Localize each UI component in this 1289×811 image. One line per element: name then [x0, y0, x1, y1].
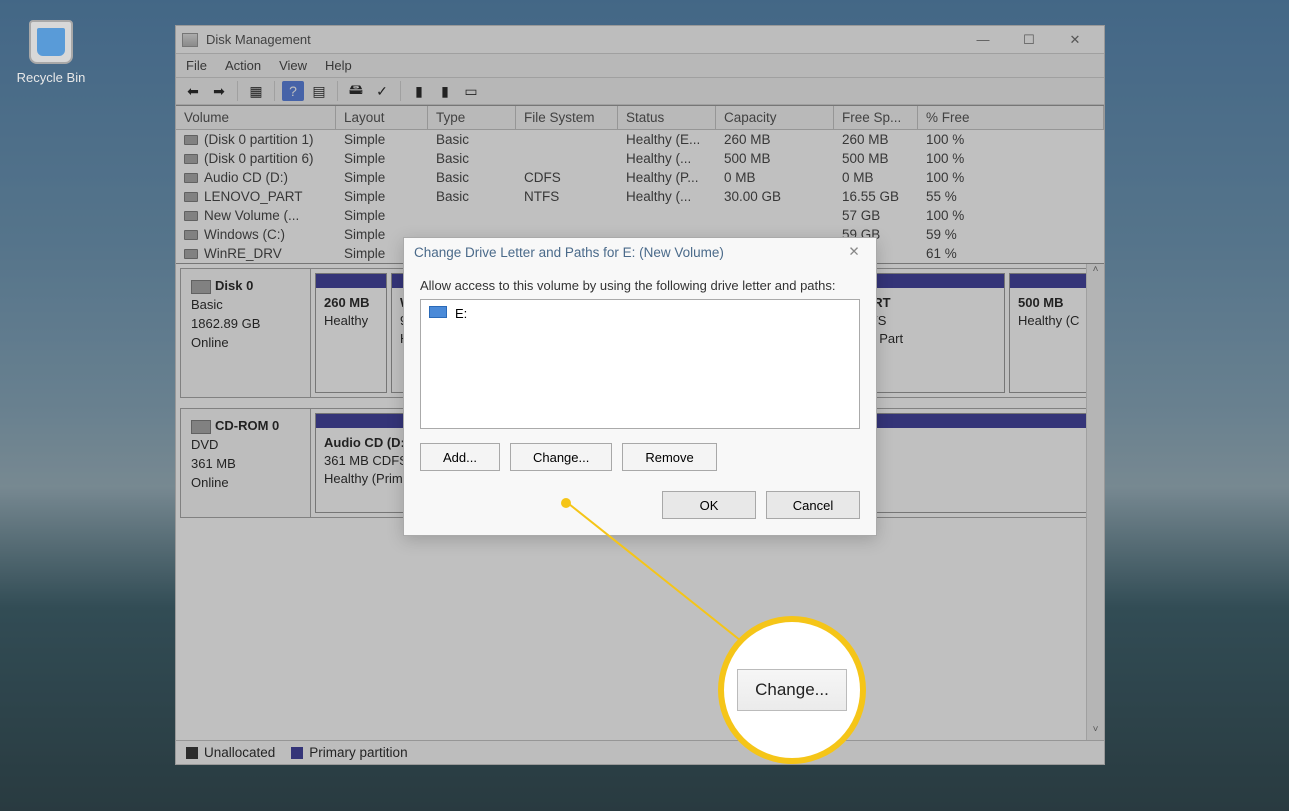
change-drive-letter-dialog: Change Drive Letter and Paths for E: (Ne…: [403, 237, 877, 536]
volume-icon: [184, 192, 198, 202]
volume-row[interactable]: (Disk 0 partition 6)SimpleBasicHealthy (…: [176, 149, 1104, 168]
col-free[interactable]: Free Sp...: [834, 106, 918, 130]
remove-button[interactable]: Remove: [622, 443, 716, 471]
menu-action[interactable]: Action: [225, 58, 261, 73]
volume-icon: [184, 249, 198, 259]
menu-file[interactable]: File: [186, 58, 207, 73]
col-fs[interactable]: File System: [516, 106, 618, 130]
dialog-prompt: Allow access to this volume by using the…: [420, 278, 860, 293]
disk-partition[interactable]: 260 MBHealthy: [315, 273, 387, 393]
legend-unalloc-swatch: [186, 747, 198, 759]
scroll-up-icon[interactable]: ˄: [1087, 264, 1104, 282]
close-button[interactable]: ✕: [1052, 26, 1098, 54]
volume-icon: [184, 230, 198, 240]
window-title: Disk Management: [206, 32, 311, 47]
disk0-label[interactable]: Disk 0 Basic 1862.89 GB Online: [181, 269, 311, 397]
col-type[interactable]: Type: [428, 106, 516, 130]
menubar: File Action View Help: [176, 54, 1104, 78]
volume-row[interactable]: LENOVO_PARTSimpleBasicNTFSHealthy (...30…: [176, 187, 1104, 206]
cancel-button[interactable]: Cancel: [766, 491, 860, 519]
disk-icon: [191, 280, 211, 294]
dialog-close-icon[interactable]: ✕: [842, 244, 866, 260]
col-status[interactable]: Status: [618, 106, 716, 130]
calendar-icon[interactable]: ▤: [308, 81, 330, 101]
scrollbar[interactable]: ˄ ˅: [1086, 264, 1104, 742]
app-icon: [182, 33, 198, 47]
volume-icon: [184, 211, 198, 221]
cdrom-label[interactable]: CD-ROM 0 DVD 361 MB Online: [181, 409, 311, 517]
legend-primary-swatch: [291, 747, 303, 759]
legend: Unallocated Primary partition: [176, 740, 1104, 764]
col-layout[interactable]: Layout: [336, 106, 428, 130]
dialog-title: Change Drive Letter and Paths for E: (Ne…: [414, 245, 842, 260]
recycle-bin-icon: [29, 20, 73, 64]
action-icon-2[interactable]: ▮: [434, 81, 456, 101]
disk-partition[interactable]: 500 MBHealthy (C: [1009, 273, 1095, 393]
menu-view[interactable]: View: [279, 58, 307, 73]
maximize-button[interactable]: ☐: [1006, 26, 1052, 54]
recycle-bin-label: Recycle Bin: [16, 70, 86, 85]
menu-help[interactable]: Help: [325, 58, 352, 73]
col-pct[interactable]: % Free: [918, 106, 1104, 130]
volume-header: Volume Layout Type File System Status Ca…: [176, 106, 1104, 130]
callout-label: Change...: [737, 669, 847, 711]
help-icon[interactable]: ?: [282, 81, 304, 101]
change-button[interactable]: Change...: [510, 443, 612, 471]
volume-row[interactable]: (Disk 0 partition 1)SimpleBasicHealthy (…: [176, 130, 1104, 149]
drive-icon: [429, 306, 447, 318]
volume-icon: [184, 154, 198, 164]
drive-letter-list[interactable]: E:: [420, 299, 860, 429]
ok-button[interactable]: OK: [662, 491, 756, 519]
recycle-bin[interactable]: Recycle Bin: [16, 20, 86, 85]
col-capacity[interactable]: Capacity: [716, 106, 834, 130]
callout-anchor-dot: [561, 498, 571, 508]
volume-icon: [184, 135, 198, 145]
check-icon[interactable]: ✓: [371, 81, 393, 101]
props-icon[interactable]: ▭: [460, 81, 482, 101]
cdrom-icon: [191, 420, 211, 434]
volume-icon: [184, 173, 198, 183]
device-icon[interactable]: 🖴: [345, 81, 367, 101]
back-icon[interactable]: ⬅: [182, 81, 204, 101]
minimize-button[interactable]: —: [960, 26, 1006, 54]
grid-icon[interactable]: ▦: [245, 81, 267, 101]
forward-icon[interactable]: ➡: [208, 81, 230, 101]
titlebar: Disk Management — ☐ ✕: [176, 26, 1104, 54]
callout-circle: Change...: [718, 616, 866, 764]
action-icon-1[interactable]: ▮: [408, 81, 430, 101]
volume-row[interactable]: New Volume (...Simple57 GB100 %: [176, 206, 1104, 225]
volume-row[interactable]: Audio CD (D:)SimpleBasicCDFSHealthy (P..…: [176, 168, 1104, 187]
add-button[interactable]: Add...: [420, 443, 500, 471]
toolbar: ⬅ ➡ ▦ ? ▤ 🖴 ✓ ▮ ▮ ▭: [176, 78, 1104, 105]
col-volume[interactable]: Volume: [176, 106, 336, 130]
